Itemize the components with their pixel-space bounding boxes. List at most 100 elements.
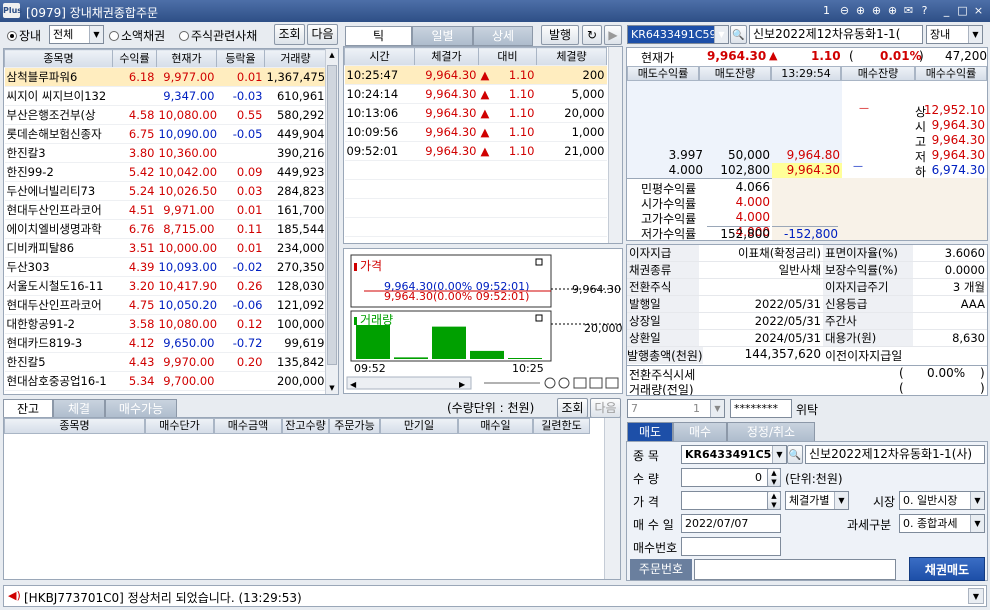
- table-row[interactable]: 한진칼3 3.80 10,360.00 390,216: [4, 143, 327, 163]
- search-icon[interactable]: 🔍: [787, 445, 803, 464]
- column-header[interactable]: 현재가: [156, 49, 217, 68]
- balance-next-button[interactable]: 다음: [590, 398, 621, 418]
- scroll-down-icon[interactable]: ▼: [326, 384, 338, 392]
- balance-query-button[interactable]: 조회: [557, 398, 588, 418]
- close-icon[interactable]: ×: [972, 4, 985, 17]
- radio-equity-linked[interactable]: 주식관련사채: [179, 27, 257, 44]
- scroll-up-icon[interactable]: ▲: [326, 51, 338, 59]
- balance-column-header[interactable]: 매수단가: [145, 418, 214, 434]
- table-row[interactable]: 한진99-2 5.42 10,042.00 0.09 449,923: [4, 162, 327, 182]
- balance-column-header[interactable]: 종목명: [4, 418, 145, 434]
- table-row[interactable]: 대한항공91-2 3.58 10,080.00 0.12 100,000: [4, 314, 327, 334]
- table-row[interactable]: 삼척블루파워6 6.18 9,977.00 0.01 1,367,475: [4, 67, 327, 87]
- password-input[interactable]: ********: [730, 399, 792, 418]
- tab-sell[interactable]: 매도: [627, 422, 673, 442]
- buy-number-input[interactable]: [681, 537, 781, 556]
- table-row[interactable]: 현대두산인프라코어 4.75 10,050.20 -0.06 121,092: [4, 295, 327, 315]
- tab-buy[interactable]: 매수: [673, 422, 727, 442]
- minimize-icon[interactable]: _: [940, 4, 953, 17]
- tab-buyable[interactable]: 매수가능: [105, 399, 177, 419]
- date-input[interactable]: 2022/07/07: [681, 514, 781, 533]
- price-input[interactable]: [681, 491, 781, 510]
- table-row[interactable]: 10:25:47 9,964.30 ▲ 1.10 200: [344, 65, 607, 85]
- radio-listed[interactable]: 장내: [7, 27, 41, 44]
- tab-balance[interactable]: 잔고: [3, 399, 53, 419]
- issue-button[interactable]: 발행: [541, 25, 579, 45]
- order-code-input[interactable]: KR6433491C59 ▼: [681, 445, 787, 464]
- table-row[interactable]: 디비캐피탈86 3.51 10,000.00 0.01 234,000: [4, 238, 327, 258]
- table-row[interactable]: 10:09:56 9,964.30 ▲ 1.10 1,000: [344, 122, 607, 142]
- next-button[interactable]: 다음: [307, 24, 338, 45]
- table-row[interactable]: 현대카드819-3 4.12 9,650.00 -0.72 99,619: [4, 333, 327, 353]
- table-row[interactable]: 10:24:14 9,964.30 ▲ 1.10 5,000: [344, 84, 607, 104]
- table-row[interactable]: 09:52:01 9,964.30 ▲ 1.10 21,000: [344, 141, 607, 161]
- balance-column-header[interactable]: 잔고수량: [282, 418, 329, 434]
- table-row[interactable]: 부산은행조건부(상 4.58 10,080.00 0.55 580,292: [4, 105, 327, 125]
- table-row[interactable]: 두산에너빌리티73 5.24 10,026.50 0.03 284,823: [4, 181, 327, 201]
- refresh-icon[interactable]: ↻: [582, 25, 602, 45]
- table-row[interactable]: 서울도시철도16-11 3.20 10,417.90 0.26 128,030: [4, 276, 327, 296]
- table-row[interactable]: 현대삼호중공업16-1 5.34 9,700.00 200,000: [4, 371, 327, 391]
- price-type-select[interactable]: 체결가별 ▼: [785, 491, 849, 510]
- price-stepper[interactable]: ▲ ▼: [767, 491, 781, 510]
- chart-type-icon[interactable]: [589, 377, 603, 389]
- tax-select[interactable]: 0. 종합과세 ▼: [899, 514, 985, 533]
- table-row[interactable]: 현대두산인프라코어 4.51 9,971.00 0.01 161,700: [4, 200, 327, 220]
- quote-code-input[interactable]: KR6433491C59 ▼: [627, 25, 729, 44]
- chart-print-icon[interactable]: [605, 377, 619, 389]
- tick-scrollbar[interactable]: [608, 47, 622, 243]
- account-select[interactable]: 7 1 ▼: [627, 399, 725, 418]
- play-icon[interactable]: ▶: [604, 25, 622, 45]
- help-icon[interactable]: ?: [918, 4, 931, 17]
- balance-column-header[interactable]: 주문가능: [329, 418, 380, 434]
- window-number-icon[interactable]: 1: [820, 4, 833, 17]
- zoom-in-circle-icon[interactable]: [558, 377, 570, 389]
- balance-column-header[interactable]: 길련한도: [533, 418, 590, 434]
- qty-stepper[interactable]: ▲ ▼: [767, 468, 781, 487]
- column-header[interactable]: 거래량: [264, 49, 327, 68]
- zoom-in-icon[interactable]: ⊕: [854, 4, 867, 17]
- maximize-icon[interactable]: □: [956, 4, 969, 17]
- market-select[interactable]: 장내 ▼: [926, 25, 983, 44]
- table-row[interactable]: 10:13:06 9,964.30 ▲ 1.10 20,000: [344, 103, 607, 123]
- list-scrollbar[interactable]: ▲ ▼: [325, 49, 338, 394]
- balance-scrollbar[interactable]: [604, 418, 620, 579]
- link-icon[interactable]: ✉: [902, 4, 915, 17]
- tab-detail[interactable]: 상세: [473, 26, 533, 46]
- column-header[interactable]: 등락율: [216, 49, 265, 68]
- table-row[interactable]: 씨지이 씨지브이132 9,347.00 -0.03 610,961: [4, 86, 327, 106]
- chart-scrollbar[interactable]: [346, 376, 472, 390]
- table-row[interactable]: 롯데손해보험신종자 6.75 10,090.00 -0.05 449,904: [4, 124, 327, 144]
- tab-modify-cancel[interactable]: 정정/취소: [727, 422, 815, 442]
- status-dropdown-icon[interactable]: ▼: [968, 588, 984, 604]
- table-row[interactable]: 이랜드월드97(지)5.7310,045.00 105,606: [4, 390, 327, 394]
- tab-tick[interactable]: 틱: [345, 26, 412, 46]
- table-row[interactable]: 한진칼5 4.43 9,970.00 0.20 135,842: [4, 352, 327, 372]
- table-row[interactable]: 에이치엘비생명과학 6.76 8,715.00 0.11 185,544: [4, 219, 327, 239]
- column-header[interactable]: 수익률: [112, 49, 157, 68]
- zoom-out-icon[interactable]: ⊖: [838, 4, 851, 17]
- scroll-thumb[interactable]: [327, 65, 337, 365]
- balance-column-header[interactable]: 매수금액: [214, 418, 282, 434]
- order-market-select[interactable]: 0. 일반시장 ▼: [899, 491, 985, 510]
- search-icon[interactable]: 🔍: [730, 25, 747, 44]
- info-value: [913, 312, 987, 330]
- filter-select[interactable]: 전체 ▼: [49, 25, 104, 44]
- order-number-input[interactable]: [694, 559, 896, 580]
- scroll-right-icon[interactable]: ▶: [459, 380, 466, 389]
- chart-settings-icon[interactable]: [573, 377, 587, 389]
- balance-column-header[interactable]: 만기일: [380, 418, 458, 434]
- table-row[interactable]: 두산303 4.39 10,093.00 -0.02 270,350: [4, 257, 327, 277]
- tab-daily[interactable]: 일별: [412, 26, 473, 46]
- radio-small-bond[interactable]: 소액채권: [109, 27, 165, 44]
- qty-input[interactable]: 0: [681, 468, 781, 487]
- submit-sell-button[interactable]: 채권매도: [909, 557, 985, 581]
- balance-column-header[interactable]: 매수일: [458, 418, 533, 434]
- query-button[interactable]: 조회: [274, 24, 305, 45]
- column-header[interactable]: 종목명: [4, 49, 113, 68]
- tab-executed[interactable]: 체결: [53, 399, 105, 419]
- pin-icon[interactable]: ⊕: [886, 4, 899, 17]
- zoom-out-circle-icon[interactable]: [544, 377, 556, 389]
- scroll-left-icon[interactable]: ◀: [350, 380, 357, 389]
- zoom-fit-icon[interactable]: ⊕: [870, 4, 883, 17]
